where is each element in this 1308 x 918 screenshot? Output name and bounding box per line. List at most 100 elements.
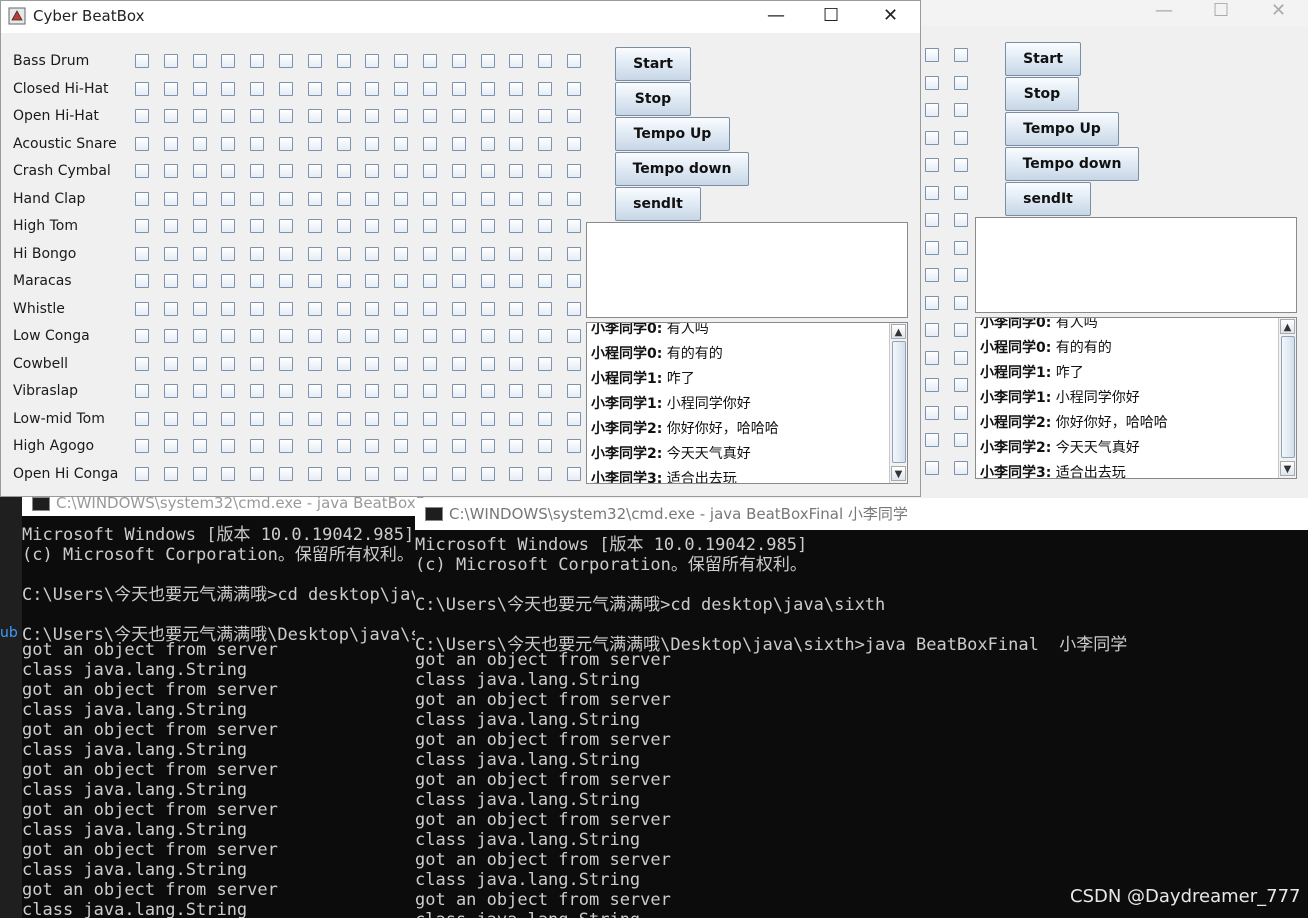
tempo-down-button[interactable]: Tempo down: [1005, 147, 1139, 181]
beat-checkbox[interactable]: [538, 109, 553, 123]
beat-checkbox[interactable]: [135, 356, 149, 371]
beat-checkbox[interactable]: [423, 246, 437, 261]
beat-checkbox[interactable]: [451, 246, 466, 261]
beat-checkbox[interactable]: [192, 384, 207, 398]
beat-checkbox[interactable]: [192, 274, 207, 288]
beat-checkbox[interactable]: [135, 219, 149, 233]
beat-checkbox[interactable]: [538, 274, 553, 288]
beat-checkbox[interactable]: [336, 384, 351, 398]
beat-checkbox[interactable]: [925, 213, 939, 227]
beat-checkbox[interactable]: [307, 164, 322, 178]
beat-checkbox[interactable]: [538, 246, 553, 261]
beat-checkbox[interactable]: [336, 246, 351, 261]
beat-checkbox[interactable]: [250, 164, 265, 178]
beat-checkbox[interactable]: [538, 81, 553, 96]
beat-checkbox[interactable]: [163, 246, 178, 261]
beat-checkbox[interactable]: [480, 384, 495, 398]
beat-checkbox[interactable]: [221, 411, 236, 426]
beat-checkbox[interactable]: [250, 219, 265, 233]
beat-checkbox[interactable]: [394, 384, 409, 398]
beat-checkbox[interactable]: [192, 356, 207, 371]
beat-checkbox[interactable]: [925, 405, 939, 420]
beat-checkbox[interactable]: [954, 185, 968, 200]
beat-checkbox[interactable]: [423, 356, 437, 371]
beat-checkbox[interactable]: [954, 323, 968, 337]
beat-checkbox[interactable]: [163, 356, 178, 371]
beat-checkbox[interactable]: [954, 213, 968, 227]
beat-checkbox[interactable]: [135, 466, 149, 481]
beat-checkbox[interactable]: [192, 136, 207, 151]
beat-checkbox[interactable]: [163, 219, 178, 233]
beat-checkbox[interactable]: [567, 164, 581, 178]
incoming-list[interactable]: 小李同学0: 有人吗 小程同学0: 有的有的 小程同学1: 咋了 小李同学1: 小程同…: [586, 322, 908, 484]
beat-checkbox[interactable]: [567, 54, 581, 68]
beat-checkbox[interactable]: [307, 191, 322, 206]
beat-checkbox[interactable]: [365, 109, 380, 123]
beat-checkbox[interactable]: [135, 54, 149, 68]
beat-checkbox[interactable]: [925, 460, 939, 475]
beat-checkbox[interactable]: [538, 329, 553, 343]
beat-checkbox[interactable]: [279, 136, 293, 151]
beat-checkbox[interactable]: [307, 301, 322, 316]
beat-checkbox[interactable]: [221, 81, 236, 96]
beat-checkbox[interactable]: [538, 191, 553, 206]
beat-checkbox[interactable]: [480, 274, 495, 288]
beat-checkbox[interactable]: [954, 378, 968, 392]
beat-checkbox[interactable]: [279, 301, 293, 316]
beat-checkbox[interactable]: [336, 411, 351, 426]
beat-checkbox[interactable]: [394, 356, 409, 371]
beat-checkbox[interactable]: [423, 466, 437, 481]
beat-checkbox[interactable]: [250, 466, 265, 481]
scroll-up-icon[interactable]: ▲: [1280, 319, 1295, 334]
beat-checkbox[interactable]: [480, 54, 495, 68]
beat-checkbox[interactable]: [163, 191, 178, 206]
beat-checkbox[interactable]: [221, 466, 236, 481]
cmd-right-titlebar[interactable]: C:\WINDOWS\system32\cmd.exe - java BeatB…: [415, 498, 1308, 530]
beat-checkbox[interactable]: [192, 164, 207, 178]
beat-checkbox[interactable]: [509, 356, 524, 371]
beat-checkbox[interactable]: [221, 109, 236, 123]
beat-checkbox[interactable]: [135, 164, 149, 178]
beat-checkbox[interactable]: [336, 356, 351, 371]
beat-checkbox[interactable]: [279, 356, 293, 371]
beat-checkbox[interactable]: [538, 54, 553, 68]
beat-checkbox[interactable]: [336, 54, 351, 68]
beat-checkbox[interactable]: [307, 439, 322, 453]
beat-checkbox[interactable]: [336, 164, 351, 178]
beat-checkbox[interactable]: [394, 329, 409, 343]
beat-checkbox[interactable]: [307, 466, 322, 481]
beat-checkbox[interactable]: [279, 274, 293, 288]
cmd-left-console[interactable]: Microsoft Windows [版本 10.0.19042.985] (c)…: [22, 516, 417, 918]
cmd-window-left[interactable]: C:\WINDOWS\system32\cmd.exe - java BeatB…: [22, 492, 424, 918]
beat-checkbox[interactable]: [250, 246, 265, 261]
incoming-list[interactable]: 小李同学0: 有人吗 小程同学0: 有的有的 小程同学1: 咋了 小李同学1: 小程同…: [975, 317, 1297, 479]
beat-checkbox[interactable]: [480, 411, 495, 426]
send-button[interactable]: sendIt: [1005, 182, 1091, 216]
beat-checkbox[interactable]: [423, 191, 437, 206]
beat-checkbox[interactable]: [307, 109, 322, 123]
beat-checkbox[interactable]: [163, 411, 178, 426]
beat-checkbox[interactable]: [451, 329, 466, 343]
beat-checkbox[interactable]: [925, 433, 939, 447]
beat-checkbox[interactable]: [336, 301, 351, 316]
beat-checkbox[interactable]: [221, 54, 236, 68]
beat-checkbox[interactable]: [250, 301, 265, 316]
beat-checkbox[interactable]: [423, 274, 437, 288]
beat-checkbox[interactable]: [163, 329, 178, 343]
beat-checkbox[interactable]: [451, 301, 466, 316]
beat-checkbox[interactable]: [509, 109, 524, 123]
beat-checkbox[interactable]: [135, 384, 149, 398]
beat-checkbox[interactable]: [336, 439, 351, 453]
beat-checkbox[interactable]: [567, 411, 581, 426]
beat-checkbox[interactable]: [567, 81, 581, 96]
beat-checkbox[interactable]: [480, 301, 495, 316]
beat-checkbox[interactable]: [221, 301, 236, 316]
beat-checkbox[interactable]: [135, 301, 149, 316]
beat-checkbox[interactable]: [451, 219, 466, 233]
beat-checkbox[interactable]: [365, 246, 380, 261]
beat-checkbox[interactable]: [451, 109, 466, 123]
beat-checkbox[interactable]: [509, 301, 524, 316]
beat-checkbox[interactable]: [394, 274, 409, 288]
beat-checkbox[interactable]: [567, 384, 581, 398]
beat-checkbox[interactable]: [480, 439, 495, 453]
